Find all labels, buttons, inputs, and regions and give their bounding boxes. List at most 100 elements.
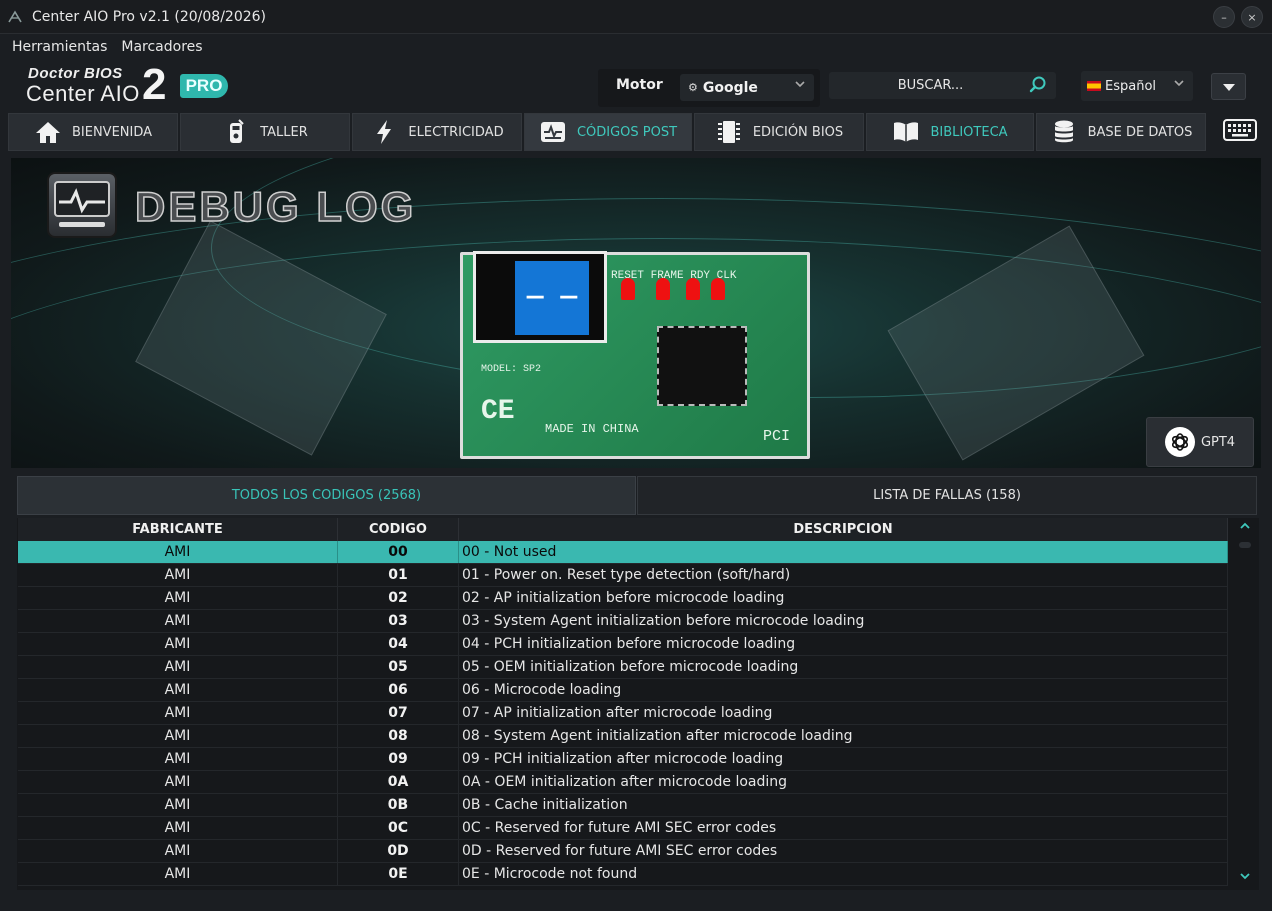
post-codes-table: FABRICANTE CODIGO DESCRIPCION AMI 00 00 - … [17,518,1259,890]
cell-fabricante: AMI [18,863,338,885]
column-header-fabricante[interactable]: FABRICANTE [18,518,338,541]
cell-fabricante: AMI [18,840,338,862]
cell-codigo: 01 [338,564,459,586]
cell-descripcion: 0E - Microcode not found [459,863,1228,885]
search-input[interactable] [829,72,1056,99]
column-header-codigo[interactable]: CODIGO [338,518,459,541]
led-indicator [621,278,635,300]
menu-marcadores[interactable]: Marcadores [121,39,202,55]
table-row[interactable]: AMI 04 04 - PCH initialization before micr… [18,633,1228,656]
led-indicator [686,278,700,300]
cell-fabricante: AMI [18,541,338,563]
cell-fabricante: AMI [18,610,338,632]
cell-codigo: 08 [338,725,459,747]
language-value: Español [1105,78,1157,94]
cell-descripcion: 04 - PCH initialization before microcode… [459,633,1228,655]
cell-descripcion: 09 - PCH initialization after microcode … [459,748,1228,770]
pcb-ce: CE [481,396,515,427]
logo-number: 2 [142,60,167,109]
cell-fabricante: AMI [18,564,338,586]
cell-descripcion: 02 - AP initialization before microcode … [459,587,1228,609]
table-row[interactable]: AMI 02 02 - AP initialization before micro… [18,587,1228,610]
logo-line1: Doctor BIOS [28,65,123,82]
table-row[interactable]: AMI 01 01 - Power on. Reset type detection… [18,564,1228,587]
debug-log-banner: DEBUG LOG — — RESET FRAME RDY CLK MODEL:… [11,158,1261,468]
cell-fabricante: AMI [18,748,338,770]
table-row[interactable]: AMI 0A 0A - OEM initialization after micro… [18,771,1228,794]
cell-fabricante: AMI [18,725,338,747]
scroll-up-icon[interactable] [1238,520,1252,534]
home-icon [34,119,62,145]
window-title: Center AIO Pro v2.1 (20/08/2026) [32,8,267,25]
table-row[interactable]: AMI 0C 0C - Reserved for future AMI SEC er… [18,817,1228,840]
openai-icon [1164,427,1195,457]
options-dropdown-button[interactable] [1211,73,1246,100]
keyboard-button[interactable] [1214,115,1266,149]
header: Doctor BIOS Center AIO 2 PRO Motor ⚙ Goo… [0,59,1272,111]
subtab-lista-de-fallas[interactable]: LISTA DE FALLAS (158) [637,476,1257,515]
menu-herramientas[interactable]: Herramientas [12,39,107,55]
cell-descripcion: 06 - Microcode loading [459,679,1228,701]
language-select[interactable]: Español [1081,71,1193,101]
tab-biblioteca[interactable]: BIBLIOTECA [866,113,1034,151]
main-tabs: BIENVENIDA TALLER ELECTRICIDAD CÓDIGOS P… [8,113,1266,151]
menu-bar: Herramientas Marcadores [0,35,1272,59]
tab-base-de-datos[interactable]: BASE DE DATOS [1036,113,1206,151]
led-indicator [711,278,725,300]
cell-fabricante: AMI [18,633,338,655]
table-row[interactable]: AMI 06 06 - Microcode loading [18,679,1228,702]
database-icon [1050,119,1078,145]
search-icon[interactable] [1028,75,1048,95]
tab-edicion-bios[interactable]: EDICIÓN BIOS [694,113,864,151]
banner-title: DEBUG LOG [134,182,417,231]
tab-bienvenida[interactable]: BIENVENIDA [8,113,178,151]
cell-codigo: 05 [338,656,459,678]
cell-descripcion: 0B - Cache initialization [459,794,1228,816]
column-header-descripcion[interactable]: DESCRIPCION [459,518,1228,541]
cell-fabricante: AMI [18,587,338,609]
post-card-lcd: — — [473,251,607,343]
chevron-down-icon [794,78,806,93]
table-row[interactable]: AMI 0D 0D - Reserved for future AMI SEC er… [18,840,1228,863]
scroll-down-icon[interactable] [1238,870,1252,884]
cell-descripcion: 07 - AP initialization after microcode l… [459,702,1228,724]
gpt4-button[interactable]: GPT4 [1146,417,1254,467]
led-indicator [656,278,670,300]
post-card-icon [539,119,567,145]
motor-label: Motor [616,77,663,93]
subtab-todos-los-codigos[interactable]: TODOS LOS CODIGOS (2568) [17,476,636,515]
table-row[interactable]: AMI 08 08 - System Agent initialization af… [18,725,1228,748]
cell-fabricante: AMI [18,702,338,724]
tab-taller[interactable]: TALLER [180,113,350,151]
close-button[interactable]: × [1241,6,1263,28]
tab-codigos-post[interactable]: CÓDIGOS POST [524,113,692,151]
table-header: FABRICANTE CODIGO DESCRIPCION [18,518,1228,541]
cell-descripcion: 0D - Reserved for future AMI SEC error c… [459,840,1228,862]
tab-electricidad[interactable]: ELECTRICIDAD [352,113,522,151]
cell-descripcion: 05 - OEM initialization before microcode… [459,656,1228,678]
gear-icon: ⚙ [688,81,698,94]
cell-codigo: 0E [338,863,459,885]
table-row[interactable]: AMI 0B 0B - Cache initialization [18,794,1228,817]
cell-codigo: 09 [338,748,459,770]
table-row[interactable]: AMI 07 07 - AP initialization after microc… [18,702,1228,725]
minimize-button[interactable]: – [1213,6,1235,28]
bios-chip [657,326,747,406]
table-row[interactable]: AMI 00 00 - Not used [18,541,1228,564]
pcb-model: MODEL: SP2 [481,364,542,375]
table-row[interactable]: AMI 03 03 - System Agent initialization be… [18,610,1228,633]
cell-descripcion: 03 - System Agent initialization before … [459,610,1228,632]
motor-select[interactable]: ⚙ Google [680,74,814,101]
cell-codigo: 0D [338,840,459,862]
table-row[interactable]: AMI 09 09 - PCH initialization after micro… [18,748,1228,771]
spain-flag-icon [1087,81,1101,91]
logo-pro-badge: PRO [180,74,228,98]
table-row[interactable]: AMI 05 05 - OEM initialization before micr… [18,656,1228,679]
status-strip [0,892,1272,911]
chevron-down-icon [1173,77,1185,92]
scrollbar-thumb[interactable] [1239,542,1251,548]
lightning-icon [370,119,398,145]
table-row[interactable]: AMI 0E 0E - Microcode not found [18,863,1228,886]
cell-fabricante: AMI [18,794,338,816]
cell-fabricante: AMI [18,656,338,678]
